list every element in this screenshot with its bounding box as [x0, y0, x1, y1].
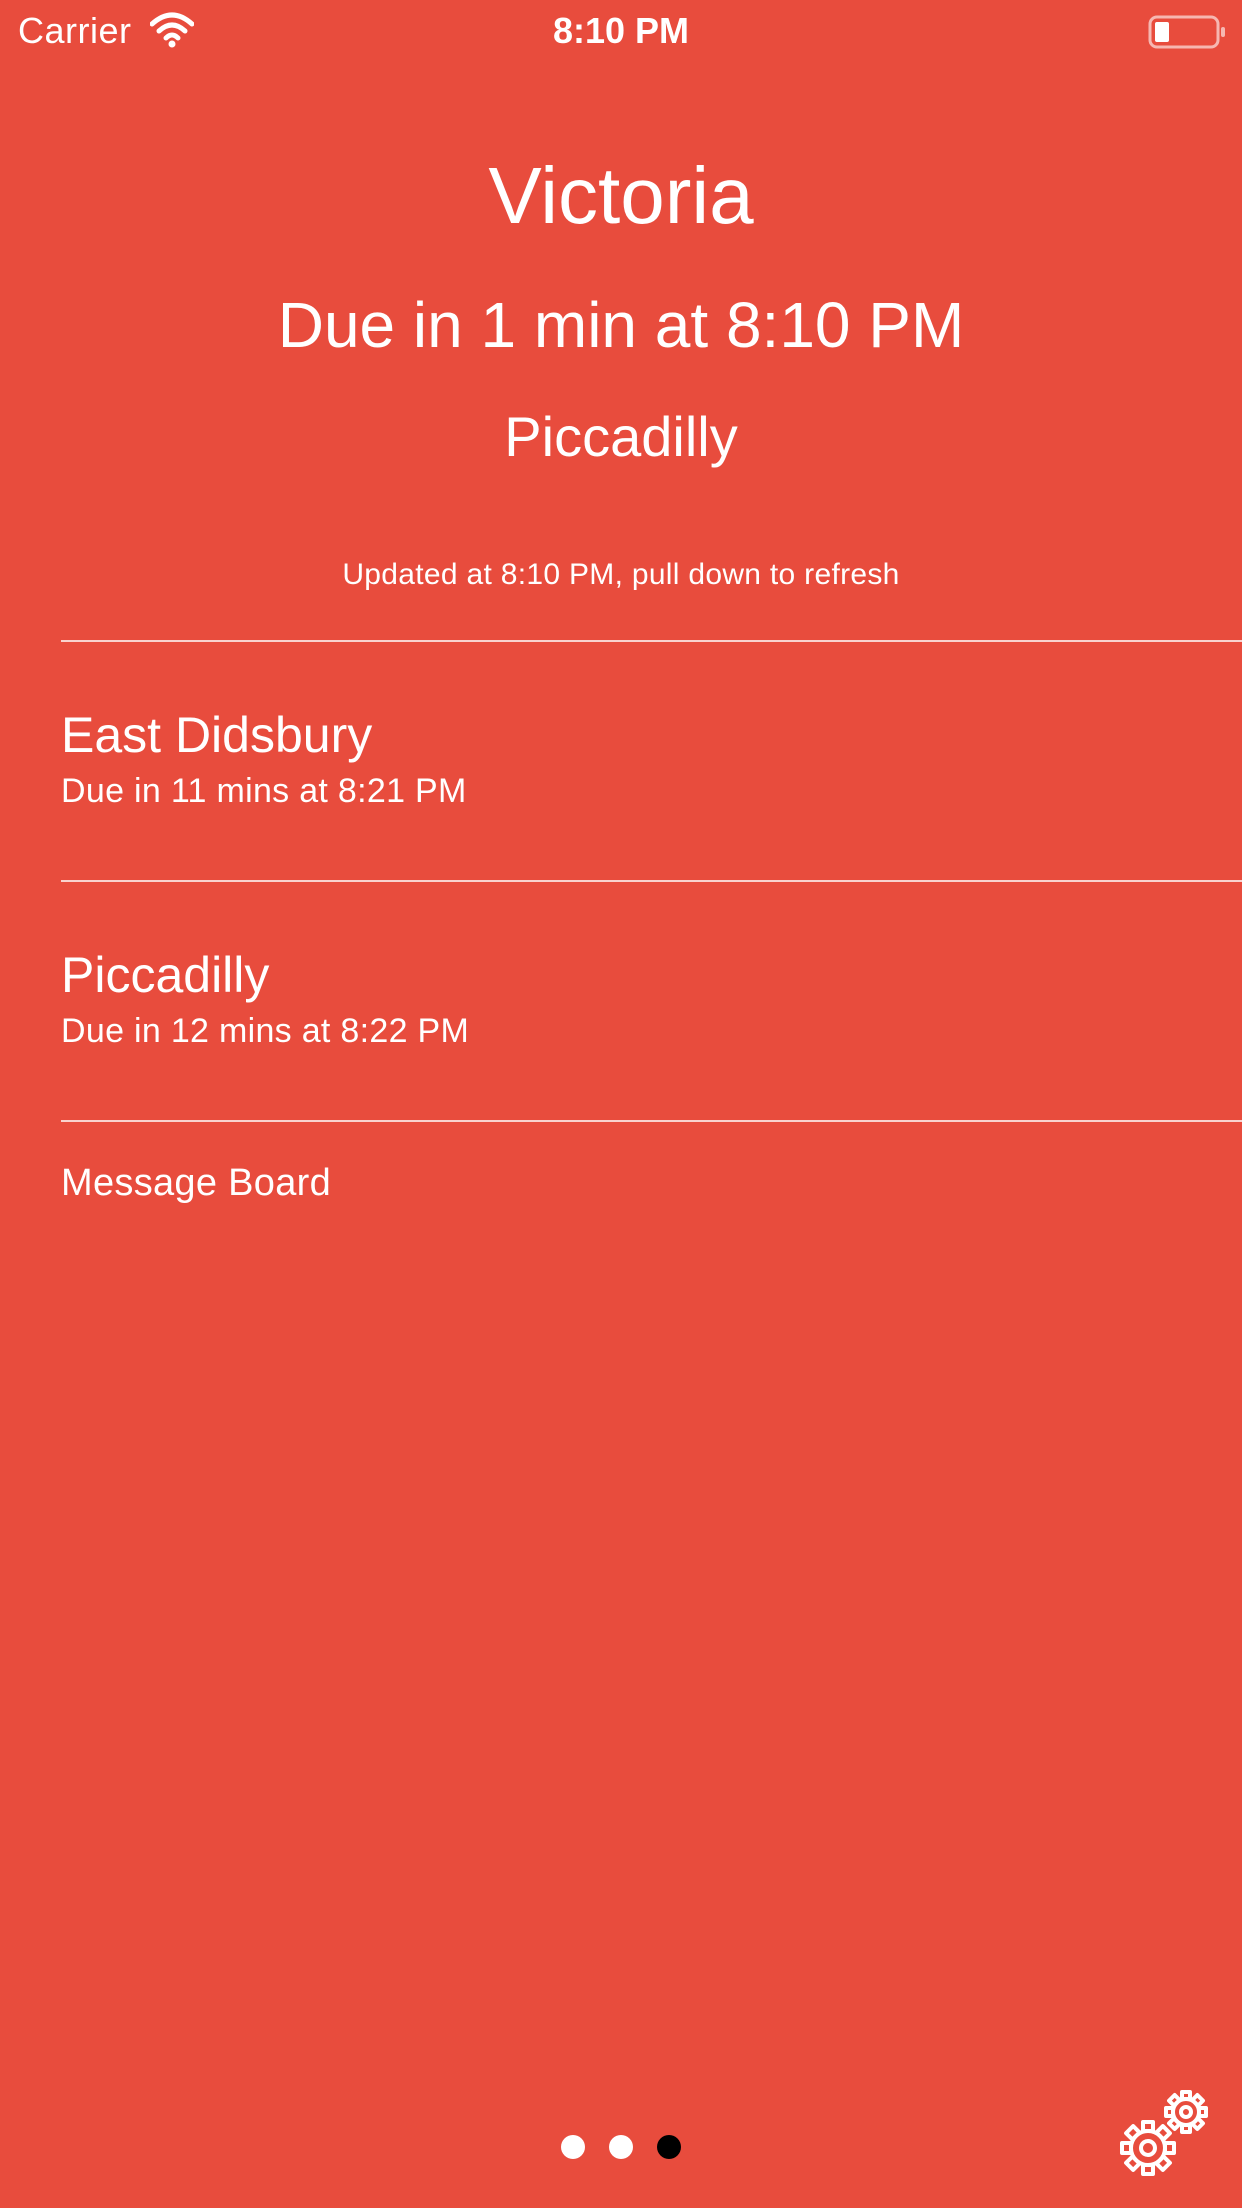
divider [61, 1120, 1242, 1122]
next-tram-destination: Piccadilly [504, 405, 738, 468]
departure-destination: Piccadilly [61, 947, 270, 1003]
screen: Carrier 8:10 PM Victoria Due in 1 min at… [0, 0, 1242, 2208]
battery-low-icon [1148, 15, 1225, 49]
page-dot-2[interactable] [609, 2135, 633, 2159]
page-dot-1[interactable] [561, 2135, 585, 2159]
gears-icon[interactable] [1118, 2084, 1218, 2184]
page-dot-3[interactable] [657, 2135, 681, 2159]
station-title: Victoria [488, 151, 754, 240]
departure-row[interactable]: East Didsbury Due in 11 mins at 8:21 PM [61, 706, 1242, 944]
next-tram-due: Due in 1 min at 8:10 PM [277, 289, 965, 361]
divider [61, 880, 1242, 882]
departure-due: Due in 11 mins at 8:21 PM [61, 772, 467, 810]
divider [61, 640, 1242, 642]
page-control[interactable] [0, 2135, 1242, 2159]
message-board-label: Message Board [61, 1162, 332, 1204]
status-bar: Carrier 8:10 PM [0, 0, 1242, 62]
departure-destination: East Didsbury [61, 707, 373, 763]
status-time: 8:10 PM [552, 10, 690, 51]
departure-row[interactable]: Piccadilly Due in 12 mins at 8:22 PM [61, 946, 1242, 1184]
updated-status: Updated at 8:10 PM, pull down to refresh [342, 558, 900, 591]
departure-due: Due in 12 mins at 8:22 PM [61, 1012, 470, 1050]
